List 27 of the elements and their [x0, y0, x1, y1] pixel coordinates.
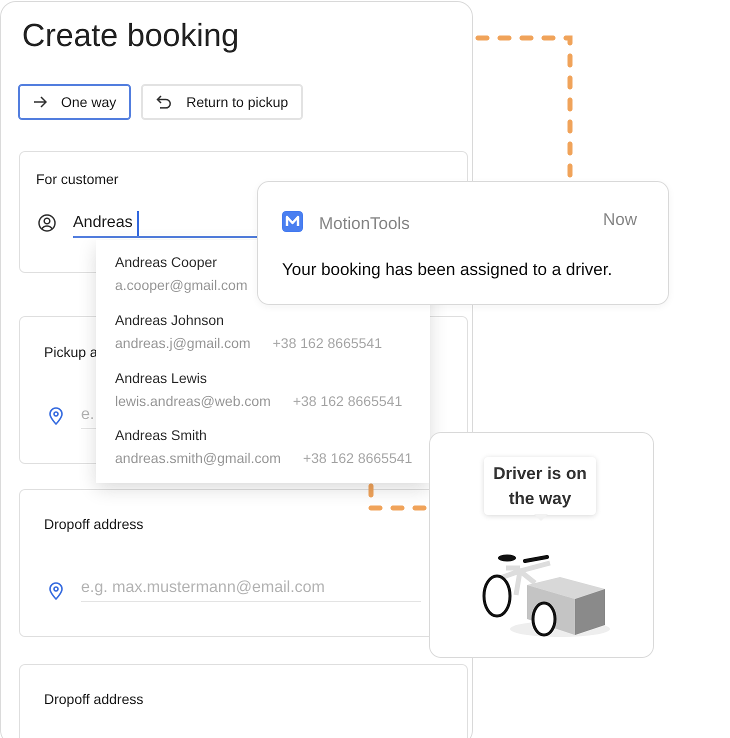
app-name: MotionTools: [319, 213, 410, 235]
notification-message: Your booking has been assigned to a driver.: [282, 259, 612, 281]
suggestion-name[interactable]: Andreas Lewis: [115, 368, 430, 388]
return-arrow-icon: [156, 95, 172, 109]
speech-bubble: Driver is on the way: [484, 457, 596, 515]
dropoff-input-field[interactable]: e.g. max.mustermann@email.com: [81, 574, 421, 602]
suggestion-email: a.cooper@gmail.com: [115, 276, 248, 294]
suggestion-email: andreas.smith@gmail.com: [115, 449, 281, 468]
page-title: Create booking: [22, 16, 240, 54]
suggestion-phone: +38 162 8665541: [292, 392, 402, 410]
app-logo-icon: [282, 211, 303, 232]
suggestion-email: andreas.j@gmail.com: [115, 334, 251, 352]
trip-option-tab[interactable]: Return to pickup: [141, 84, 304, 120]
trip-option-tab[interactable]: One way: [18, 84, 132, 120]
suggestion-name[interactable]: Andreas Smith: [115, 425, 430, 446]
suggestion-phone: +38 162 8665541: [302, 449, 412, 468]
location-pin-icon: [49, 407, 63, 425]
field-label: Dropoff address: [44, 515, 144, 534]
suggestion-phone: +38 162 8665541: [272, 334, 382, 352]
notification-time: Now: [602, 209, 637, 231]
field-label: For customer: [36, 170, 118, 189]
suggestion-name[interactable]: Andreas Johnson: [115, 310, 430, 330]
user-icon: [38, 214, 56, 232]
suggestion-email: lewis.andreas@web.com: [115, 392, 271, 410]
right-arrow-icon: [33, 96, 47, 108]
field-label: Dropoff address: [44, 690, 144, 709]
location-pin-icon: [49, 582, 63, 600]
